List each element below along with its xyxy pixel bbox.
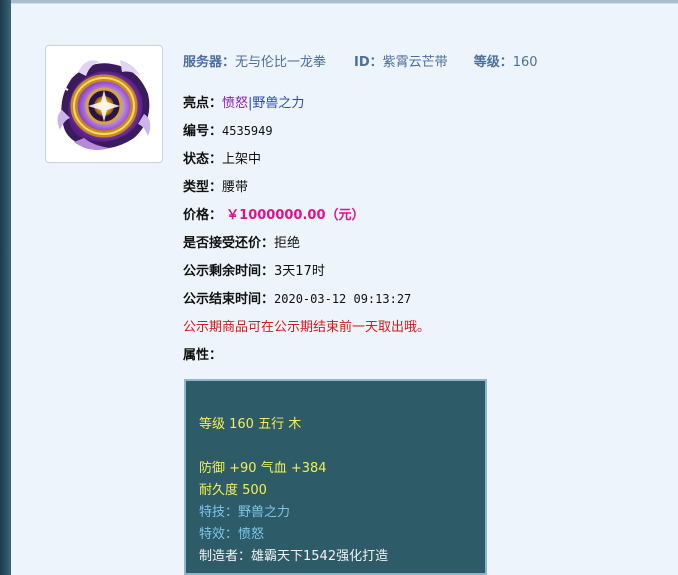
level-label: 等级：: [473, 55, 513, 70]
attr-level-element: 等级 160 五行 木: [199, 417, 302, 432]
panel-top-border-inner: [11, 3, 678, 4]
type-value: 腰带: [222, 180, 249, 195]
attr-special-skill: 特技：野兽之力: [199, 505, 291, 520]
counter-offer-row: 是否接受还价：拒绝: [183, 232, 301, 251]
attributes-label: 属性：: [183, 348, 223, 363]
public-remaining-label: 公示剩余时间：: [183, 264, 275, 279]
type-row: 类型：腰带: [183, 176, 249, 195]
public-notice: 公示期商品可在公示期结束前一天取出哦。: [183, 320, 431, 335]
type-label: 类型：: [183, 180, 223, 195]
public-remaining-row: 公示剩余时间：3天17时: [183, 260, 325, 279]
serial-label: 编号：: [183, 124, 223, 139]
highlight-tag-beast-power: 野兽之力: [252, 96, 305, 111]
id-label: ID：: [354, 55, 383, 70]
attr-defense-hp: 防御 +90 气血 +384: [199, 461, 327, 476]
server-label: 服务器：: [183, 55, 236, 70]
public-remaining-value: 3天17时: [274, 264, 325, 279]
public-end-row: 公示结束时间：2020-03-12 09:13:27: [183, 288, 412, 307]
attr-special-effect: 特效：愤怒: [199, 527, 265, 542]
price-label: 价格：: [183, 208, 223, 223]
status-row: 状态：上架中: [183, 148, 262, 167]
attr-maker: 制造者：雄霸天下1542强化打造: [199, 549, 389, 564]
price-row: 价格： ￥1000000.00（元）: [183, 204, 365, 223]
item-icon-frame: [45, 45, 163, 163]
serial-row: 编号：4535949: [183, 120, 273, 139]
counter-offer-value: 拒绝: [274, 236, 301, 251]
counter-offer-label: 是否接受还价：: [183, 236, 275, 251]
highlights-label: 亮点：: [183, 96, 223, 111]
status-value: 上架中: [222, 152, 262, 167]
public-end-label: 公示结束时间：: [183, 292, 275, 307]
status-label: 状态：: [183, 152, 223, 167]
attributes-panel: 等级 160 五行 木 防御 +90 气血 +384 耐久度 500 特技：野兽…: [184, 379, 487, 575]
belt-item-icon: [50, 50, 158, 158]
price-value: ￥1000000.00（元）: [226, 208, 365, 223]
level-value: 160: [512, 55, 538, 70]
attr-durability: 耐久度 500: [199, 483, 267, 498]
serial-value: 4535949: [222, 124, 273, 138]
item-header: 服务器：无与伦比一龙拳 ID：紫霄云芒带 等级：160: [183, 51, 538, 70]
attributes-heading-row: 属性：: [183, 344, 223, 363]
id-value: 紫霄云芒带: [382, 55, 448, 70]
highlight-tag-anger: 愤怒: [222, 96, 249, 111]
server-value: 无与伦比一龙拳: [235, 55, 327, 70]
highlights-row: 亮点：愤怒|野兽之力: [183, 92, 305, 111]
left-sidebar-strip: [0, 0, 11, 575]
public-end-value: 2020-03-12 09:13:27: [274, 292, 412, 306]
